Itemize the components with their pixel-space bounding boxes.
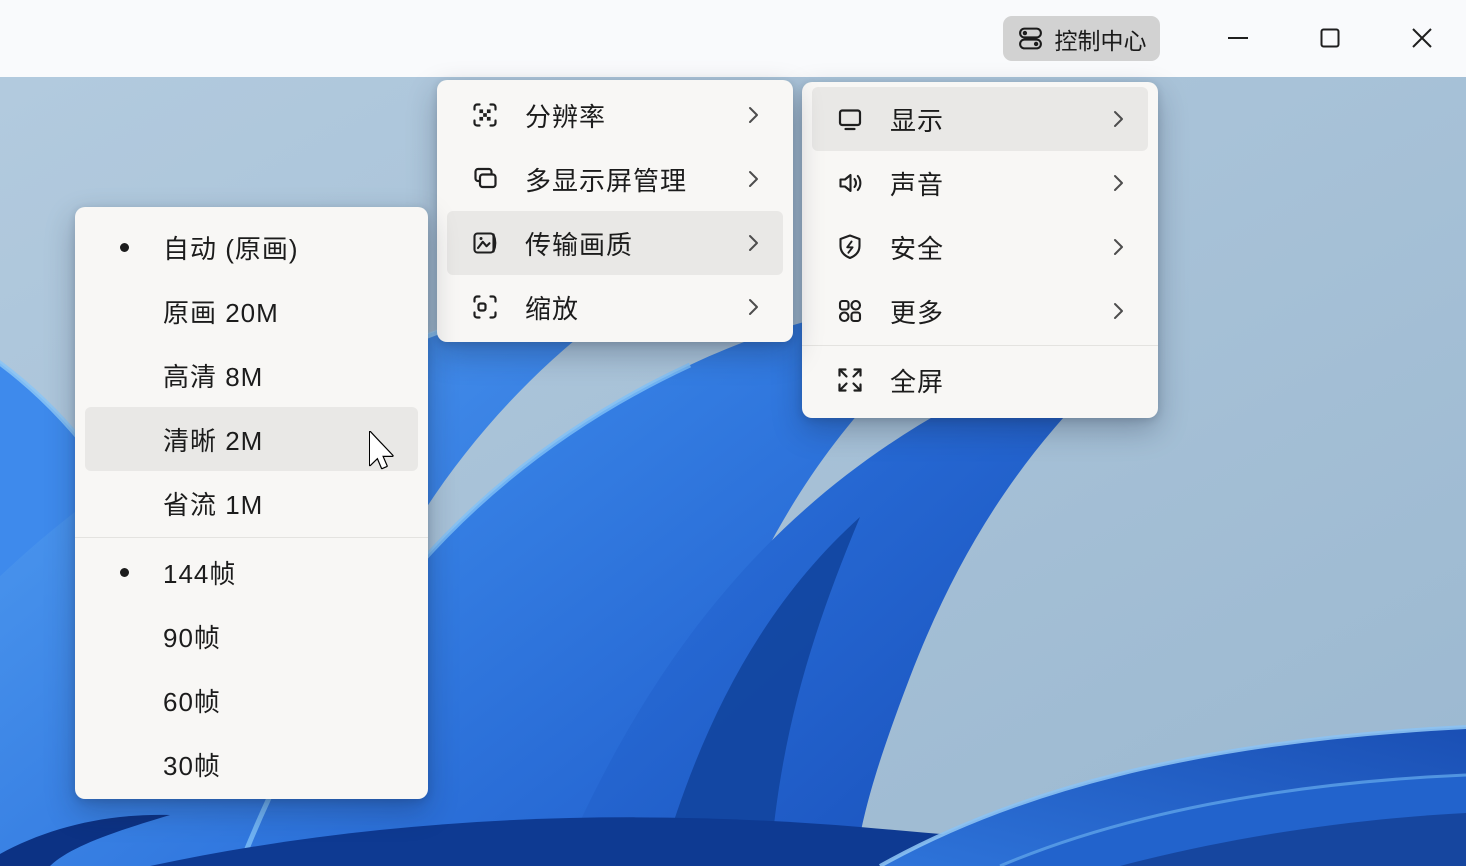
quality-options-menu: 自动 (原画) 原画 20M 高清 8M 清晰 2M 省流 1M 144帧 90… bbox=[75, 207, 428, 799]
option-label: 省流 1M bbox=[163, 485, 263, 522]
option-label: 90帧 bbox=[163, 618, 221, 655]
chevron-right-icon bbox=[1113, 173, 1124, 193]
option-label: 144帧 bbox=[163, 554, 236, 591]
menu-item-multi-display[interactable]: 多显示屏管理 bbox=[447, 147, 783, 211]
selected-dot bbox=[85, 568, 163, 577]
fullscreen-icon bbox=[835, 365, 865, 395]
menu-item-label: 分辨率 bbox=[525, 97, 748, 134]
option-hd-8m[interactable]: 高清 8M bbox=[85, 343, 418, 407]
option-label: 30帧 bbox=[163, 746, 221, 783]
chevron-right-icon bbox=[748, 105, 759, 125]
menu-item-label: 传输画质 bbox=[525, 225, 748, 262]
minimize-icon bbox=[1227, 27, 1249, 49]
option-auto-original[interactable]: 自动 (原画) bbox=[85, 215, 418, 279]
control-center-button[interactable]: 控制中心 bbox=[1003, 16, 1160, 61]
chevron-right-icon bbox=[748, 169, 759, 189]
menu-item-display[interactable]: 显示 bbox=[812, 87, 1148, 151]
option-clear-2m[interactable]: 清晰 2M bbox=[85, 407, 418, 471]
option-60fps[interactable]: 60帧 bbox=[85, 668, 418, 732]
maximize-button[interactable] bbox=[1310, 18, 1350, 58]
menu-separator bbox=[75, 537, 428, 538]
titlebar: 控制中心 bbox=[0, 0, 1466, 77]
option-label: 清晰 2M bbox=[163, 421, 263, 458]
option-144fps[interactable]: 144帧 bbox=[85, 540, 418, 604]
toggles-icon bbox=[1017, 25, 1044, 52]
option-datasaver-1m[interactable]: 省流 1M bbox=[85, 471, 418, 535]
minimize-button[interactable] bbox=[1218, 18, 1258, 58]
chevron-right-icon bbox=[748, 297, 759, 317]
sound-icon bbox=[835, 168, 865, 198]
menu-item-label: 全屏 bbox=[890, 362, 1124, 399]
close-icon bbox=[1411, 27, 1433, 49]
control-center-label: 控制中心 bbox=[1055, 22, 1147, 56]
chevron-right-icon bbox=[1113, 237, 1124, 257]
more-icon bbox=[835, 296, 865, 326]
menu-item-sound[interactable]: 声音 bbox=[812, 151, 1148, 215]
chevron-right-icon bbox=[748, 233, 759, 253]
option-original-20m[interactable]: 原画 20M bbox=[85, 279, 418, 343]
chevron-right-icon bbox=[1113, 109, 1124, 129]
multi-display-icon bbox=[470, 164, 500, 194]
menu-separator bbox=[802, 345, 1158, 346]
display-submenu: 分辨率 多显示屏管理 传输画质 bbox=[437, 80, 793, 342]
option-30fps[interactable]: 30帧 bbox=[85, 732, 418, 796]
menu-item-label: 声音 bbox=[890, 165, 1113, 202]
image-quality-icon bbox=[470, 228, 500, 258]
menu-item-security[interactable]: 安全 bbox=[812, 215, 1148, 279]
close-button[interactable] bbox=[1402, 18, 1442, 58]
option-label: 60帧 bbox=[163, 682, 221, 719]
menu-item-more[interactable]: 更多 bbox=[812, 279, 1148, 343]
menu-item-fullscreen[interactable]: 全屏 bbox=[812, 348, 1148, 412]
security-icon bbox=[835, 232, 865, 262]
menu-item-label: 缩放 bbox=[525, 289, 748, 326]
display-icon bbox=[835, 104, 865, 134]
menu-item-label: 多显示屏管理 bbox=[525, 161, 748, 198]
menu-item-zoom[interactable]: 缩放 bbox=[447, 275, 783, 339]
menu-item-image-quality[interactable]: 传输画质 bbox=[447, 211, 783, 275]
option-90fps[interactable]: 90帧 bbox=[85, 604, 418, 668]
resolution-icon bbox=[470, 100, 500, 130]
chevron-right-icon bbox=[1113, 301, 1124, 321]
option-label: 自动 (原画) bbox=[163, 229, 299, 266]
selected-dot bbox=[85, 243, 163, 252]
menu-item-label: 更多 bbox=[890, 293, 1113, 330]
menu-item-resolution[interactable]: 分辨率 bbox=[447, 83, 783, 147]
maximize-icon bbox=[1319, 27, 1341, 49]
option-label: 原画 20M bbox=[163, 293, 279, 330]
zoom-icon bbox=[470, 292, 500, 322]
menu-item-label: 安全 bbox=[890, 229, 1113, 266]
menu-item-label: 显示 bbox=[890, 101, 1113, 138]
option-label: 高清 8M bbox=[163, 357, 263, 394]
control-center-menu: 显示 声音 安全 bbox=[802, 82, 1158, 418]
